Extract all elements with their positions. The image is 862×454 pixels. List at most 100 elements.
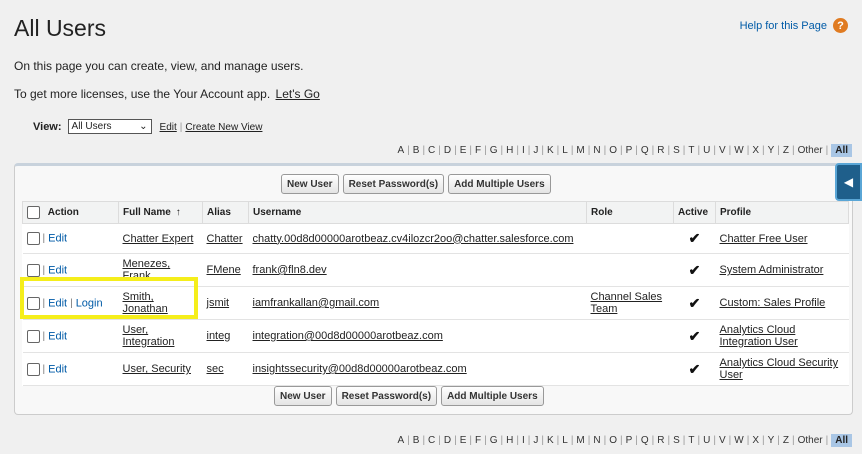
help-icon[interactable]: ?	[833, 18, 848, 33]
edit-link[interactable]: Edit	[48, 297, 67, 309]
alpha-letter[interactable]: W	[731, 435, 746, 446]
col-full-name[interactable]: Full Name ↑	[118, 201, 203, 224]
row-checkbox[interactable]	[26, 263, 40, 277]
alpha-letter[interactable]: J	[530, 435, 541, 446]
sidebar-toggle[interactable]: ◀	[835, 163, 862, 201]
alpha-all[interactable]: All	[831, 434, 852, 447]
alpha-all[interactable]: All	[831, 144, 852, 157]
alpha-letter[interactable]: P	[623, 145, 636, 156]
view-select[interactable]: All Users ⌄	[67, 119, 152, 134]
alpha-letter[interactable]: T	[685, 435, 697, 446]
new-user-button-bottom[interactable]: New User	[274, 386, 332, 406]
role-link[interactable]: Channel Sales Team	[591, 291, 663, 315]
alpha-letter[interactable]: M	[573, 145, 587, 156]
reset-password-button[interactable]: Reset Password(s)	[342, 174, 445, 194]
col-alias[interactable]: Alias	[202, 201, 249, 224]
col-role[interactable]: Role	[586, 201, 674, 224]
alpha-letter[interactable]: N	[590, 435, 603, 446]
edit-link[interactable]: Edit	[48, 363, 67, 375]
login-link[interactable]: Login	[76, 297, 103, 309]
help-label[interactable]: Help for this Page	[740, 20, 827, 32]
alpha-letter[interactable]: U	[700, 145, 713, 156]
alpha-letter[interactable]: Q	[638, 435, 652, 446]
full-name-link[interactable]: Chatter Expert	[123, 233, 194, 245]
username-link[interactable]: integration@00d8d00000arotbeaz.com	[253, 330, 443, 342]
alpha-letter[interactable]: E	[457, 435, 470, 446]
alpha-letter[interactable]: G	[487, 435, 501, 446]
alpha-letter[interactable]: J	[530, 145, 541, 156]
alpha-letter[interactable]: K	[544, 145, 557, 156]
create-view-link[interactable]: Create New View	[185, 122, 262, 133]
alpha-letter[interactable]: F	[472, 145, 484, 156]
alpha-letter[interactable]: Z	[780, 435, 792, 446]
edit-link[interactable]: Edit	[48, 264, 67, 276]
profile-link[interactable]: System Administrator	[720, 264, 824, 276]
row-checkbox[interactable]	[26, 329, 40, 343]
alpha-letter[interactable]: S	[670, 435, 683, 446]
alias-link[interactable]: Chatter	[207, 233, 243, 245]
alias-link[interactable]: FMene	[207, 264, 241, 276]
username-link[interactable]: iamfrankallan@gmail.com	[253, 297, 380, 309]
alias-link[interactable]: integ	[207, 330, 231, 342]
alpha-letter[interactable]: C	[425, 435, 438, 446]
alpha-letter[interactable]: S	[670, 145, 683, 156]
alpha-letter[interactable]: O	[606, 145, 620, 156]
alpha-letter[interactable]: X	[749, 435, 762, 446]
alpha-letter[interactable]: F	[472, 435, 484, 446]
alpha-letter[interactable]: U	[700, 435, 713, 446]
username-link[interactable]: insightssecurity@00d8d00000arotbeaz.com	[253, 363, 467, 375]
alias-link[interactable]: jsmit	[207, 297, 230, 309]
add-multiple-users-button-bottom[interactable]: Add Multiple Users	[441, 386, 544, 406]
lets-go-link[interactable]: Let's Go	[276, 87, 320, 101]
alpha-letter[interactable]: N	[590, 145, 603, 156]
select-all-checkbox[interactable]	[27, 206, 40, 219]
alpha-letter[interactable]: Y	[765, 145, 778, 156]
profile-link[interactable]: Analytics Cloud Security User	[720, 357, 839, 381]
alpha-letter[interactable]: D	[441, 435, 454, 446]
col-username[interactable]: Username	[248, 201, 587, 224]
username-link[interactable]: chatty.00d8d00000arotbeaz.cv4ilozcr2oo@c…	[253, 233, 574, 245]
alpha-letter[interactable]: V	[716, 435, 729, 446]
profile-link[interactable]: Custom: Sales Profile	[720, 297, 826, 309]
alpha-letter[interactable]: B	[410, 145, 423, 156]
alpha-letter[interactable]: A	[394, 435, 407, 446]
row-checkbox[interactable]	[26, 362, 40, 376]
alpha-letter[interactable]: T	[685, 145, 697, 156]
alpha-letter[interactable]: I	[519, 435, 528, 446]
alias-link[interactable]: sec	[207, 363, 224, 375]
username-link[interactable]: frank@fln8.dev	[253, 264, 327, 276]
alpha-letter[interactable]: W	[731, 145, 746, 156]
add-multiple-users-button[interactable]: Add Multiple Users	[448, 174, 551, 194]
alpha-letter[interactable]: M	[573, 435, 587, 446]
col-active[interactable]: Active	[673, 201, 716, 224]
row-checkbox[interactable]	[26, 232, 40, 245]
reset-password-button-bottom[interactable]: Reset Password(s)	[335, 386, 438, 406]
alpha-letter[interactable]: R	[654, 145, 667, 156]
profile-link[interactable]: Analytics Cloud Integration User	[720, 324, 798, 348]
alpha-letter[interactable]: L	[559, 145, 571, 156]
alpha-letter[interactable]: P	[623, 435, 636, 446]
edit-link[interactable]: Edit	[48, 330, 67, 342]
col-profile[interactable]: Profile	[715, 201, 849, 224]
alpha-letter[interactable]: Other	[795, 435, 826, 446]
alpha-letter[interactable]: X	[749, 145, 762, 156]
alpha-letter[interactable]: O	[606, 435, 620, 446]
alpha-letter[interactable]: H	[503, 435, 516, 446]
alpha-letter[interactable]: G	[487, 145, 501, 156]
alpha-letter[interactable]: Other	[795, 145, 826, 156]
alpha-letter[interactable]: E	[457, 145, 470, 156]
help-link[interactable]: Help for this Page ?	[740, 18, 848, 33]
alpha-letter[interactable]: H	[503, 145, 516, 156]
alpha-letter[interactable]: Y	[765, 435, 778, 446]
alpha-letter[interactable]: Z	[780, 145, 792, 156]
profile-link[interactable]: Chatter Free User	[720, 233, 808, 245]
row-checkbox[interactable]	[26, 296, 40, 310]
alpha-letter[interactable]: K	[544, 435, 557, 446]
edit-link[interactable]: Edit	[48, 232, 67, 244]
alpha-letter[interactable]: I	[519, 145, 528, 156]
full-name-link[interactable]: User, Integration	[123, 324, 175, 348]
alpha-letter[interactable]: C	[425, 145, 438, 156]
alpha-letter[interactable]: Q	[638, 145, 652, 156]
alpha-letter[interactable]: A	[394, 145, 407, 156]
alpha-letter[interactable]: R	[654, 435, 667, 446]
